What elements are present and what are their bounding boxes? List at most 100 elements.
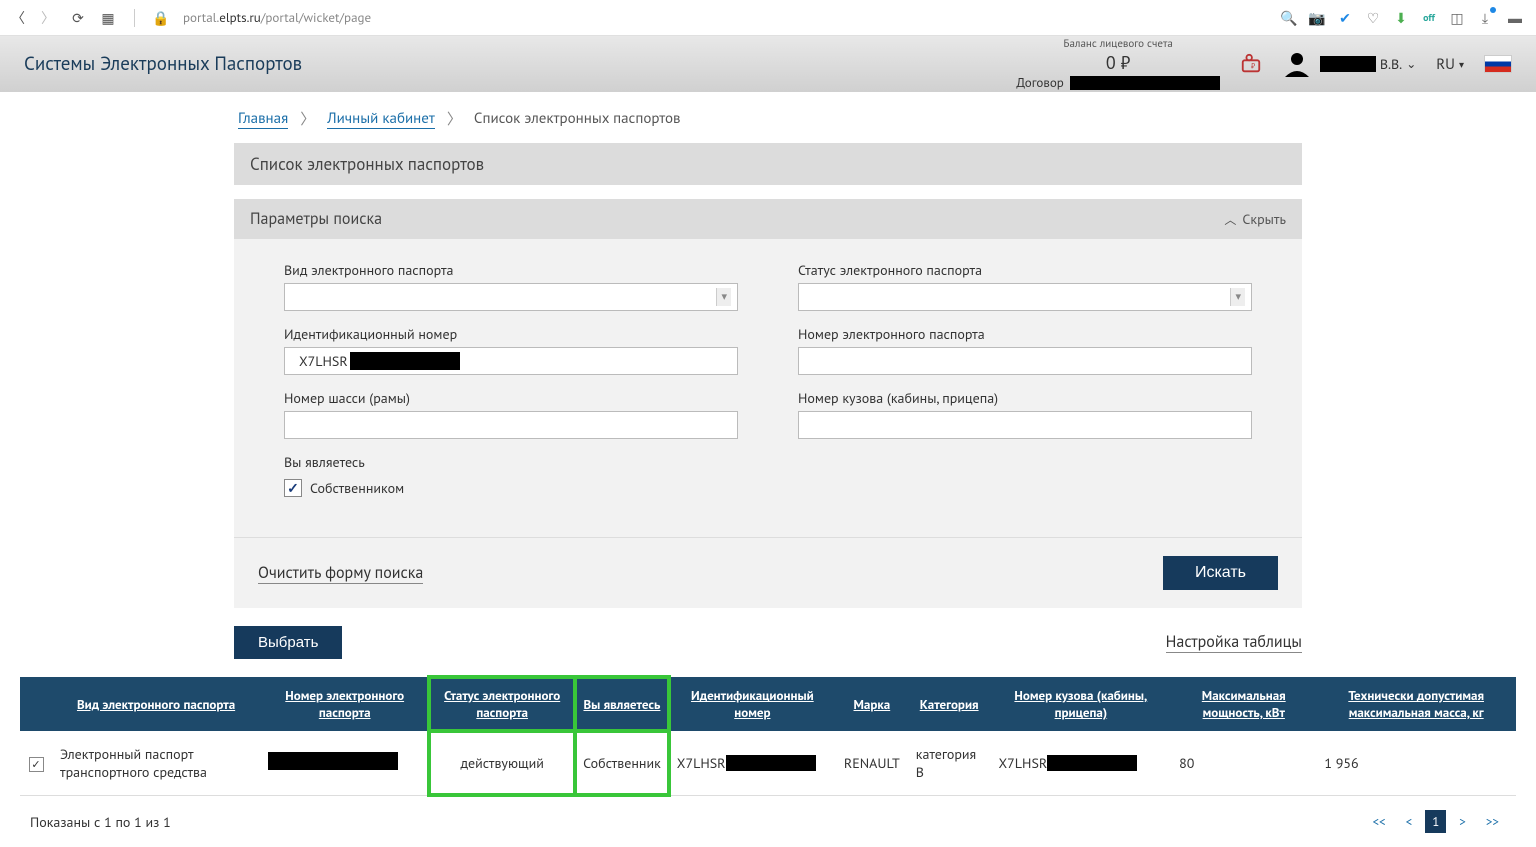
header-status[interactable]: Статус электронного паспорта <box>429 677 575 731</box>
collapse-button[interactable]: ︿ Скрыть <box>1224 210 1286 228</box>
breadcrumb-sep: 〉 <box>447 108 462 129</box>
cell-you-are: Собственник <box>575 731 669 796</box>
table-row[interactable]: ✓ Электронный паспорт транспортного сред… <box>20 731 1516 796</box>
downloads-icon[interactable]: ⤓ <box>1476 9 1494 27</box>
id-number-label: Идентификационный номер <box>284 325 738 343</box>
cell-power: 80 <box>1171 731 1316 796</box>
avatar-icon <box>1282 51 1312 77</box>
battery-icon[interactable]: ▬ <box>1504 9 1526 27</box>
breadcrumb-sep: 〉 <box>300 108 315 129</box>
wallet-icon[interactable]: ₽ <box>1240 53 1262 75</box>
download-arrow-icon[interactable]: ⬇ <box>1392 9 1410 27</box>
cell-body: X7LHSR <box>991 731 1172 796</box>
body-label: Номер кузова (кабины, прицепа) <box>798 389 1252 407</box>
breadcrumb-cabinet[interactable]: Личный кабинет <box>327 109 435 129</box>
reload-icon[interactable]: ⟳ <box>70 10 86 26</box>
page-first[interactable]: << <box>1365 810 1392 833</box>
passport-number-input[interactable] <box>798 347 1252 375</box>
flag-russia-icon[interactable] <box>1484 55 1512 73</box>
header-category[interactable]: Категория <box>908 677 991 731</box>
chassis-input[interactable] <box>284 411 738 439</box>
apps-icon[interactable]: ▦ <box>100 10 116 26</box>
passport-type-select[interactable] <box>284 283 738 311</box>
heart-icon[interactable]: ♡ <box>1364 9 1382 27</box>
url-display[interactable]: portal.elpts.ru/portal/wicket/page <box>183 9 371 26</box>
header-mass[interactable]: Технически допустимая максимальная масса… <box>1316 677 1516 731</box>
breadcrumb-home[interactable]: Главная <box>238 109 288 129</box>
chevron-down-icon: ⌄ <box>1406 57 1416 72</box>
results-count: Показаны с 1 по 1 из 1 <box>30 813 171 831</box>
passport-type-label: Вид электронного паспорта <box>284 261 738 279</box>
body-input[interactable] <box>798 411 1252 439</box>
balance-label: Баланс лицевого счета <box>1016 37 1219 51</box>
contract-label: Договор <box>1016 74 1063 91</box>
status-select[interactable] <box>798 283 1252 311</box>
row-checkbox[interactable]: ✓ <box>29 757 44 772</box>
lang-code: RU <box>1436 55 1455 74</box>
cell-id: X7LHSR <box>669 731 836 796</box>
header-power[interactable]: Максимальная мощность, кВт <box>1171 677 1316 731</box>
header-body[interactable]: Номер кузова (кабины, прицепа) <box>991 677 1172 731</box>
id-number-redacted <box>350 352 460 370</box>
lock-icon: 🔒 <box>153 10 169 26</box>
svg-text:₽: ₽ <box>1251 63 1255 72</box>
language-selector[interactable]: RU▾ <box>1436 55 1464 74</box>
status-label: Статус электронного паспорта <box>798 261 1252 279</box>
shield-icon[interactable]: ✔ <box>1336 9 1354 27</box>
forward-icon[interactable]: 〉 <box>40 10 56 26</box>
cell-type: Электронный паспорт транспортного средст… <box>52 731 260 796</box>
cell-brand: RENAULT <box>836 731 908 796</box>
id-number-input[interactable]: X7LHSR <box>284 347 738 375</box>
page-prev[interactable]: < <box>1399 810 1420 833</box>
clear-form-link[interactable]: Очистить форму поиска <box>258 563 423 584</box>
cell-status: действующий <box>429 731 575 796</box>
camera-icon[interactable]: 📷 <box>1308 9 1326 27</box>
divider <box>134 9 135 27</box>
header-type[interactable]: Вид электронного паспорта <box>52 677 260 731</box>
passport-number-label: Номер электронного паспорта <box>798 325 1252 343</box>
search-panel-title: Параметры поиска <box>250 209 382 229</box>
balance-amount: 0 ₽ <box>1016 51 1219 74</box>
user-menu[interactable]: В.В. ⌄ <box>1282 51 1416 77</box>
site-title: Системы Электронных Паспортов <box>24 52 302 76</box>
balance-block: Баланс лицевого счета 0 ₽ Договор <box>1016 37 1219 91</box>
search-icon[interactable]: 🔍 <box>1280 9 1298 27</box>
header-number[interactable]: Номер электронного паспорта <box>260 677 429 731</box>
pagination: << < 1 > >> <box>1365 810 1506 833</box>
page-next[interactable]: > <box>1452 810 1473 833</box>
search-button[interactable]: Искать <box>1163 556 1278 590</box>
chassis-label: Номер шасси (рамы) <box>284 389 738 407</box>
id-number-prefix: X7LHSR <box>293 352 348 370</box>
contract-number-redacted <box>1070 76 1220 90</box>
owner-checkbox-label: Собственником <box>310 479 404 497</box>
user-initials: В.В. <box>1380 55 1402 73</box>
header-id[interactable]: Идентификационный номер <box>669 677 836 731</box>
url-prefix: portal. <box>183 9 219 26</box>
cell-number <box>260 731 429 796</box>
table-settings-link[interactable]: Настройка таблицы <box>1166 632 1302 653</box>
search-panel: Параметры поиска ︿ Скрыть Вид электронно… <box>234 199 1302 608</box>
page-current[interactable]: 1 <box>1425 810 1446 833</box>
cube-icon[interactable]: ◫ <box>1448 9 1466 27</box>
breadcrumb: Главная 〉 Личный кабинет 〉 Список электр… <box>234 108 1302 129</box>
browser-toolbar: 〈 〉 ⟳ ▦ 🔒 portal.elpts.ru/portal/wicket/… <box>0 0 1536 36</box>
site-header: Системы Электронных Паспортов Баланс лиц… <box>0 36 1536 92</box>
table-footer: Показаны с 1 по 1 из 1 << < 1 > >> <box>0 796 1536 847</box>
user-name-redacted <box>1320 56 1376 72</box>
breadcrumb-current: Список электронных паспортов <box>474 109 681 128</box>
results-table: Вид электронного паспорта Номер электрон… <box>20 677 1516 796</box>
chevron-up-icon: ︿ <box>1224 211 1236 228</box>
extension-icon[interactable]: off <box>1420 9 1438 27</box>
header-you-are[interactable]: Вы являетесь <box>575 677 669 731</box>
header-brand[interactable]: Марка <box>836 677 908 731</box>
cell-category: категория B <box>908 731 991 796</box>
cell-mass: 1 956 <box>1316 731 1516 796</box>
page-last[interactable]: >> <box>1479 810 1506 833</box>
owner-checkbox[interactable]: ✓ <box>284 479 302 497</box>
collapse-label: Скрыть <box>1242 210 1286 228</box>
select-button[interactable]: Выбрать <box>234 626 342 659</box>
list-panel-title: Список электронных паспортов <box>234 143 1302 185</box>
header-checkbox <box>20 677 52 731</box>
back-icon[interactable]: 〈 <box>10 10 26 26</box>
url-domain: elpts.ru <box>219 9 261 26</box>
